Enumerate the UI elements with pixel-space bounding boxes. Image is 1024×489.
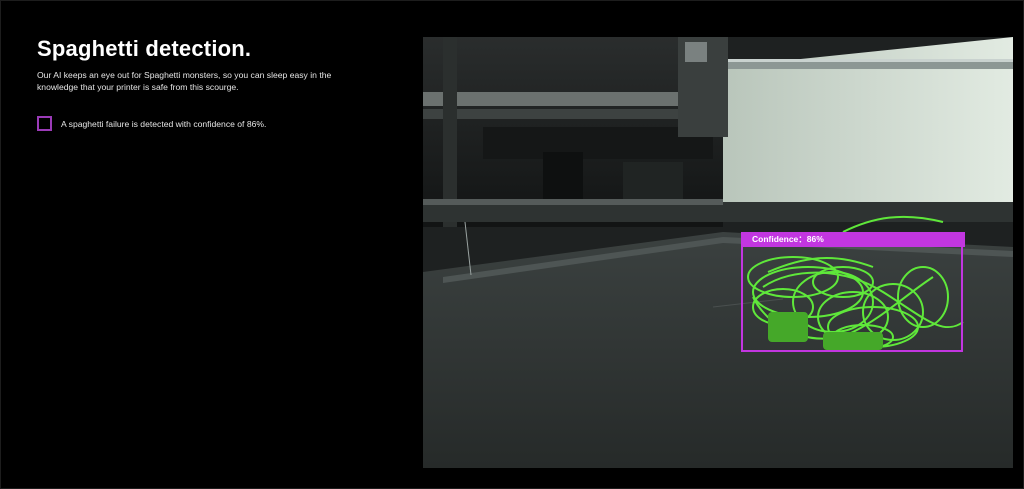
legend-row: A spaghetti failure is detected with con… [37, 116, 266, 131]
legend-swatch [37, 116, 52, 131]
legend-text: A spaghetti failure is detected with con… [61, 118, 267, 129]
page-title: Spaghetti detection. [37, 36, 252, 61]
detection-confidence-label: Confidence：86% [741, 232, 965, 247]
page-frame: Spaghetti detection. Our AI keeps an eye… [0, 0, 1024, 489]
feature-text-panel: Spaghetti detection. Our AI keeps an eye… [37, 35, 377, 131]
detection-bounding-box [741, 233, 963, 352]
printer-camera-image: Confidence：86% [423, 37, 1013, 468]
page-description: Our AI keeps an eye out for Spaghetti mo… [37, 70, 332, 92]
